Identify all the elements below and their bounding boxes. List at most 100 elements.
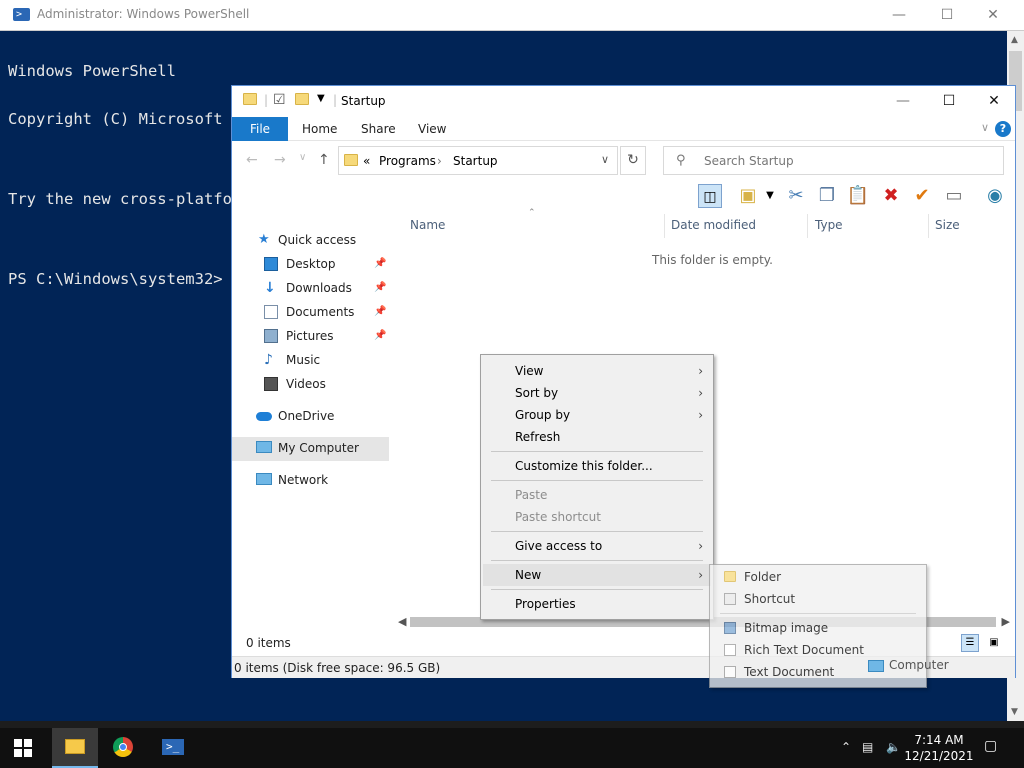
column-type[interactable]: Type [815,218,843,232]
breadcrumb-startup[interactable]: Startup [453,154,498,168]
menu-separator [491,451,703,452]
menu-item-customize-folder[interactable]: Customize this folder... [483,455,711,477]
menu-separator [491,480,703,481]
menu-separator [720,613,916,614]
start-button[interactable] [14,739,32,757]
tab-home[interactable]: Home [302,117,337,141]
console-line: Windows PowerShell [8,62,176,80]
nav-pictures[interactable]: Pictures 📌 [264,325,388,347]
drag-ghost: Computer [868,658,949,672]
powershell-icon: > [13,8,30,21]
scroll-down-icon[interactable]: ▼ [1011,707,1018,717]
address-bar[interactable]: « Programs › Startup ∨ [338,146,618,175]
scroll-left-icon[interactable]: ◀ [398,615,406,628]
close-button[interactable]: ✕ [971,86,1017,116]
menu-item-view[interactable]: View › [483,360,711,382]
up-arrow-icon[interactable]: ↑ [318,152,330,168]
text-document-icon [724,666,736,678]
menu-item-refresh[interactable]: Refresh [483,426,711,448]
customize-quick-access-icon[interactable]: ▼ [317,93,325,104]
chevron-right-icon: › [698,364,703,378]
tab-share[interactable]: Share [361,117,396,141]
column-size[interactable]: Size [935,218,960,232]
menu-item-paste[interactable]: Paste [483,484,711,506]
nav-desktop[interactable]: Desktop 📌 [264,253,388,275]
scroll-up-icon[interactable]: ▲ [1011,35,1018,45]
navigation-pane: ★ Quick access Desktop 📌 ↓ Downloads 📌 D… [232,216,390,636]
nav-documents[interactable]: Documents 📌 [264,301,388,323]
rich-text-icon [724,644,736,656]
details-view-icon[interactable]: ☰ [961,634,979,652]
recent-locations-icon[interactable]: ∨ [299,152,306,163]
menu-item-paste-shortcut[interactable]: Paste shortcut [483,506,711,528]
menu-item-group-by[interactable]: Group by › [483,404,711,426]
new-folder-item[interactable]: Folder [712,566,924,588]
tab-file[interactable]: File [232,117,288,141]
status-text: 0 items (Disk free space: 96.5 GB) [234,661,441,675]
paste-icon[interactable]: 📋 [846,184,870,208]
tab-view[interactable]: View [418,117,446,141]
taskbar-chrome[interactable] [100,728,146,768]
system-clock[interactable]: 7:14 AM 12/21/2021 [904,732,974,764]
back-arrow-icon[interactable]: ← [246,152,258,168]
new-shortcut-item[interactable]: Shortcut [712,588,924,610]
rename-check-icon[interactable]: ✔ [910,184,934,208]
action-center-icon[interactable]: ▢ [984,738,997,754]
help-icon[interactable]: ? [995,121,1011,137]
taskbar: >_ ⌃ ▤ 🔈 7:14 AM 12/21/2021 ▢ [0,728,1024,768]
refresh-button[interactable]: ↻ [620,146,646,175]
powershell-title-bar[interactable]: > Administrator: Windows PowerShell — ☐ … [0,0,1024,31]
delete-icon[interactable]: ✖ [879,184,903,208]
menu-separator [491,531,703,532]
pin-icon: 📌 [374,306,387,317]
column-date-modified[interactable]: Date modified [671,218,756,232]
column-divider[interactable] [807,214,808,238]
chevron-right-icon: › [698,539,703,553]
menu-item-sort-by[interactable]: Sort by › [483,382,711,404]
nav-downloads[interactable]: ↓ Downloads 📌 [264,277,388,299]
close-button[interactable]: ✕ [970,0,1016,30]
new-folder-icon[interactable] [295,93,309,108]
column-divider[interactable] [664,214,665,238]
taskbar-powershell[interactable]: >_ [150,728,196,768]
star-icon: ★ [258,232,270,247]
network-globe-icon[interactable]: ◉ [983,184,1007,208]
search-input[interactable]: ⚲ Search Startup [663,146,1004,175]
properties-icon[interactable]: ▭ [942,184,966,208]
menu-item-give-access[interactable]: Give access to › [483,535,711,557]
new-bitmap-item[interactable]: Bitmap image [712,617,924,639]
large-icons-view-icon[interactable]: ▣ [985,634,1003,652]
column-name[interactable]: Name [410,218,445,232]
forward-arrow-icon[interactable]: → [274,152,286,168]
search-placeholder: Search Startup [704,154,794,168]
maximize-button[interactable]: ☐ [924,0,970,30]
folder-options-icon[interactable]: ▣ [736,184,760,208]
chevron-down-icon[interactable]: ▼ [758,184,782,208]
column-divider[interactable] [928,214,929,238]
window-title: Administrator: Windows PowerShell [37,7,250,21]
breadcrumb-overflow[interactable]: « [363,154,370,168]
minimize-button[interactable]: — [876,0,922,30]
download-arrow-icon: ↓ [264,280,276,296]
folder-icon [243,93,257,108]
show-hidden-icons-icon[interactable]: ⌃ [841,740,851,754]
maximize-button[interactable]: ☐ [926,86,972,116]
menu-item-properties[interactable]: Properties [483,593,711,615]
properties-check-icon[interactable]: ☑ [273,92,286,108]
explorer-title-bar[interactable]: | ☑ ▼ | Startup — ☐ ✕ [232,86,1015,117]
minimize-button[interactable]: — [880,86,926,116]
scroll-right-icon[interactable]: ▶ [1002,615,1010,628]
preview-pane-icon[interactable]: ◫ [698,184,722,208]
menu-item-new[interactable]: New › [483,564,711,586]
cut-icon[interactable]: ✂ [784,184,808,208]
network-status-icon[interactable]: ▤ [862,740,873,754]
chevron-down-icon[interactable]: ∨ [601,153,609,166]
item-count: 0 items [246,636,291,650]
breadcrumb-programs[interactable]: Programs [379,154,436,168]
volume-muted-icon[interactable]: 🔈 [886,740,901,754]
copy-icon[interactable]: ❐ [815,184,839,208]
taskbar-file-explorer[interactable] [52,728,98,768]
breadcrumb-separator-icon[interactable]: › [437,154,442,168]
window-title: Startup [341,94,386,108]
expand-ribbon-icon[interactable]: ∨ [981,121,989,134]
